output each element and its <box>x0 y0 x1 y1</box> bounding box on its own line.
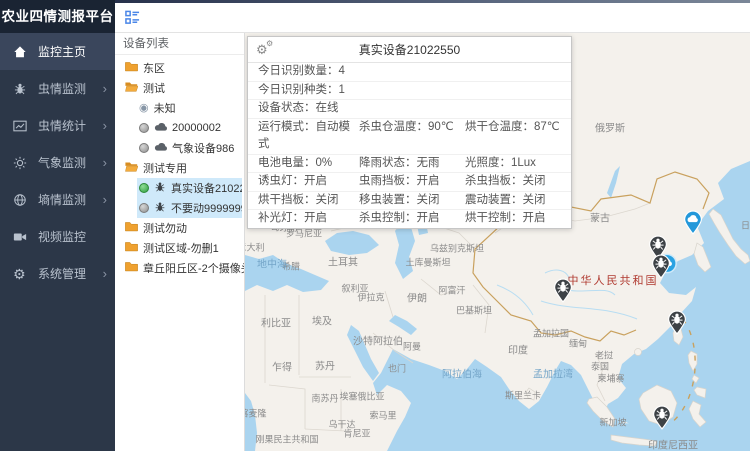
sidebar-item-label: 监控主页 <box>38 43 86 60</box>
tree-item-test-region[interactable]: 测试区域-勿删1 <box>115 238 244 258</box>
device-list-panel: 设备列表 东区 测试 ◉ 未知 <box>115 33 245 451</box>
globe-icon <box>13 193 29 207</box>
tree-item-20000002[interactable]: 20000002 <box>115 118 244 138</box>
chart-icon <box>13 119 29 133</box>
tree-item-east-area[interactable]: 东区 <box>115 58 244 78</box>
home-icon <box>13 45 29 59</box>
bug-device-icon <box>154 181 166 196</box>
folder-open-icon <box>125 81 138 95</box>
chevron-right-icon: › <box>103 266 107 281</box>
sidebar-item-label: 虫情监测 <box>38 80 86 97</box>
bug-icon <box>13 82 29 96</box>
sun-icon <box>13 156 29 170</box>
sidebar: 农业四情测报平台 监控主页 虫情监测 › 虫情统计 › 气象监测 <box>0 0 115 451</box>
tree-item-dont-touch-99999999[interactable]: 不要动99999999 <box>137 198 242 218</box>
tree-item-real-device-21022550[interactable]: 真实设备21022550 <box>137 178 242 198</box>
popup-title: 真实设备21022550 <box>278 41 541 58</box>
tree-item-zhangqiu-cameras[interactable]: 章丘阳丘区-2个摄像头 <box>115 258 244 278</box>
insect-device-pin[interactable] <box>652 254 671 284</box>
sidebar-item-insect-monitor[interactable]: 虫情监测 › <box>0 70 115 107</box>
sidebar-item-weather-monitor[interactable]: 气象监测 › <box>0 144 115 181</box>
sidebar-item-label: 系统管理 <box>38 265 86 282</box>
app-title: 农业四情测报平台 <box>0 0 115 33</box>
device-list-title: 设备列表 <box>115 33 244 55</box>
folder-icon <box>125 241 138 255</box>
popup-stat-row: 补光灯：开启 杀虫控制：开启 烘干控制：开启 <box>248 210 571 228</box>
chevron-right-icon: › <box>103 155 107 170</box>
tree-item-test[interactable]: 测试 <box>115 78 244 98</box>
folder-icon <box>125 221 138 235</box>
sidebar-item-label: 气象监测 <box>38 154 86 171</box>
popup-header: ⚙ ⚙ 真实设备21022550 <box>248 37 571 63</box>
today-species-row: 今日识别种类：1 <box>248 82 571 101</box>
sidebar-item-soil-monitor[interactable]: 墒情监测 › <box>0 181 115 218</box>
video-camera-icon <box>13 230 29 244</box>
offline-status-dot <box>139 123 149 133</box>
popup-stat-row: 运行模式：自动模式 杀虫仓温度：90℃ 烘干仓温度：87℃ <box>248 119 571 155</box>
tree-item-weather-986[interactable]: 气象设备986 <box>115 138 244 158</box>
app-window: 农业四情测报平台 监控主页 虫情监测 › 虫情统计 › 气象监测 <box>0 0 750 451</box>
offline-status-dot <box>139 143 149 153</box>
folder-open-icon <box>125 161 138 175</box>
folder-icon <box>125 61 138 75</box>
today-count-row: 今日识别数量：4 <box>248 63 571 82</box>
settings-gears-icon[interactable]: ⚙ ⚙ <box>256 43 278 57</box>
sidebar-item-label: 视频监控 <box>38 228 86 245</box>
tree-item-test-special[interactable]: 测试专用 <box>115 158 244 178</box>
bug-device-icon <box>154 201 166 216</box>
sidebar-item-label: 墒情监测 <box>38 191 86 208</box>
gear-icon: ⚙ <box>13 267 29 281</box>
popup-stat-row: 电池电量：0% 降雨状态：无雨 光照度：1Lux <box>248 155 571 174</box>
popup-stat-row: 烘干挡板：关闭 移虫装置：关闭 震动装置：关闭 <box>248 192 571 211</box>
weather-device-pin[interactable] <box>684 210 703 240</box>
insect-device-pin[interactable] <box>668 310 687 340</box>
sidebar-item-insect-stats[interactable]: 虫情统计 › <box>0 107 115 144</box>
cloud-device-icon <box>154 142 167 155</box>
sidebar-item-label: 虫情统计 <box>38 117 86 134</box>
toolbar <box>115 3 750 33</box>
insect-device-pin[interactable] <box>554 278 573 308</box>
map-canvas[interactable]: 俄罗斯蒙古哈萨克斯坦乌克兰捷克匈牙利罗马尼亚意大利希腊土耳其乌兹别克斯坦土库曼斯… <box>245 33 750 451</box>
sidebar-item-video-monitor[interactable]: 视频监控 <box>0 218 115 255</box>
device-tree: 东区 测试 ◉ 未知 20000002 <box>115 55 244 278</box>
chevron-right-icon: › <box>103 81 107 96</box>
offline-status-dot <box>139 203 149 213</box>
sidebar-item-monitor-home[interactable]: 监控主页 <box>0 33 115 70</box>
radio-target-icon: ◉ <box>139 103 149 114</box>
folder-icon <box>125 261 138 275</box>
cloud-device-icon <box>154 122 167 135</box>
tree-item-test-no-move[interactable]: 测试勿动 <box>115 218 244 238</box>
chevron-right-icon: › <box>103 192 107 207</box>
online-status-dot <box>139 183 149 193</box>
sidebar-item-system-manage[interactable]: ⚙ 系统管理 › <box>0 255 115 292</box>
insect-device-pin[interactable] <box>653 405 672 435</box>
collapse-panel-icon[interactable] <box>125 10 140 25</box>
device-info-popup: ⚙ ⚙ 真实设备21022550 今日识别数量：4 今日识别种类：1 设备状态：… <box>247 36 572 229</box>
chevron-right-icon: › <box>103 118 107 133</box>
tree-item-unknown[interactable]: ◉ 未知 <box>115 98 244 118</box>
popup-stat-row: 诱虫灯：开启 虫雨挡板：开启 杀虫挡板：关闭 <box>248 173 571 192</box>
device-status-row: 设备状态：在线 <box>248 100 571 119</box>
